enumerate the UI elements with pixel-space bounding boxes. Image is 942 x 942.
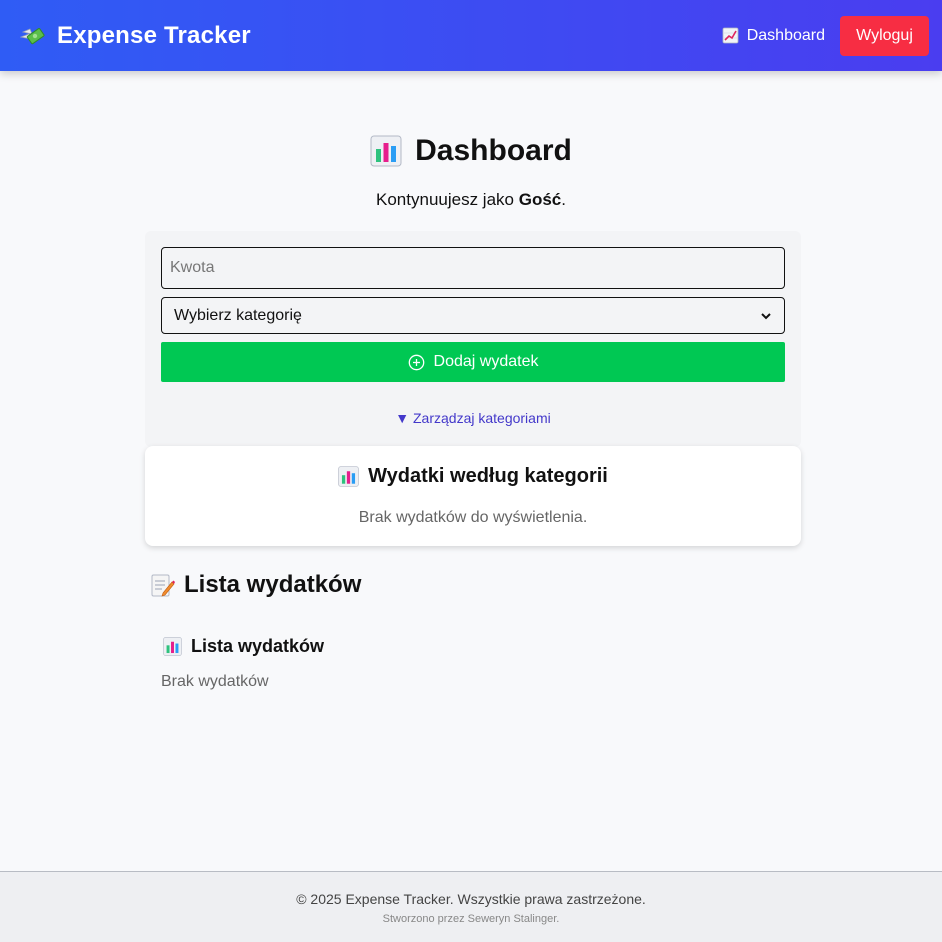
expense-list-subheading: Lista wydatków <box>163 636 324 657</box>
category-select[interactable]: Wybierz kategorię <box>161 297 785 334</box>
chart-empty-message: Brak wydatków do wyświetlenia. <box>358 509 588 526</box>
expense-list-empty-message: Brak wydatków <box>161 673 269 690</box>
expense-form: Wybierz kategorię Dodaj wydatek ▼ Zarząd… <box>145 231 801 447</box>
brand-name: Expense Tracker <box>57 21 251 49</box>
bar-chart-icon <box>163 637 182 656</box>
money-with-wings-icon <box>20 27 45 44</box>
navbar: Expense Tracker Dashboard Wyloguj <box>0 0 942 71</box>
category-chart-card: Wydatki według kategorii Brak wydatków d… <box>145 446 801 546</box>
page-title: Dashboard <box>0 134 942 168</box>
bar-chart-icon <box>338 466 359 487</box>
nav-right: Dashboard Wyloguj <box>722 15 929 56</box>
add-expense-button-label: Dodaj wydatek <box>433 353 539 370</box>
footer-credit: Stworzono przez Seweryn Stalinger. <box>382 913 560 925</box>
dashboard-link-label: Dashboard <box>746 26 825 44</box>
footer: © 2025 Expense Tracker. Wszystkie prawa … <box>0 871 942 942</box>
chevron-down-icon <box>761 312 771 319</box>
user-name: Gość <box>518 190 562 209</box>
add-expense-button[interactable]: Dodaj wydatek <box>161 342 785 382</box>
brand[interactable]: Expense Tracker <box>20 22 251 50</box>
chart-increasing-icon <box>722 27 739 44</box>
memo-icon <box>151 574 175 596</box>
page-title-text: Dashboard <box>415 134 572 167</box>
bar-chart-icon <box>370 135 402 167</box>
manage-categories-toggle[interactable]: ▼ Zarządzaj kategoriami <box>145 410 801 426</box>
expense-list-heading-text: Lista wydatków <box>184 571 362 598</box>
welcome-suffix: . <box>561 190 566 209</box>
expense-list-subheading-text: Lista wydatków <box>191 636 325 656</box>
chart-section-title: Wydatki według kategorii <box>145 465 801 488</box>
plus-circle-icon <box>408 354 424 370</box>
chart-section-title-text: Wydatki według kategorii <box>368 465 608 487</box>
category-select-value: Wybierz kategorię <box>174 306 302 324</box>
dashboard-link[interactable]: Dashboard <box>722 27 825 45</box>
welcome-prefix: Kontynuujesz jako <box>376 190 519 209</box>
amount-input[interactable] <box>161 247 785 289</box>
expense-list-heading: Lista wydatków <box>150 571 361 599</box>
welcome-message: Kontynuujesz jako Gość. <box>0 190 942 210</box>
logout-button[interactable]: Wyloguj <box>840 15 929 56</box>
footer-copyright: © 2025 Expense Tracker. Wszystkie prawa … <box>296 891 646 907</box>
